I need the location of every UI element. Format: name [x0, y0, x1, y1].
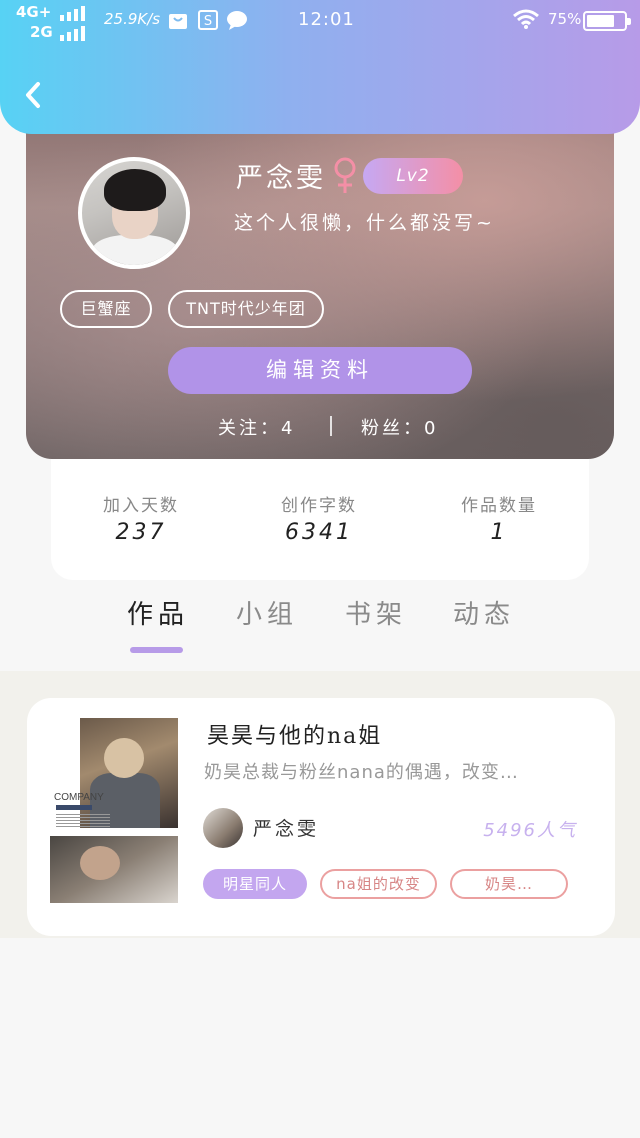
network-speed: 25.9K/s	[104, 10, 161, 28]
message-bubble-icon	[227, 11, 247, 30]
profile-tag[interactable]: 巨蟹座	[60, 290, 152, 328]
work-tag[interactable]: na姐的改变	[320, 869, 437, 899]
author-name: 严念雯	[253, 818, 320, 840]
stat-works-count: 作品数量 1	[429, 491, 569, 545]
profile-tag[interactable]: TNT时代少年团	[168, 290, 324, 328]
followers-count: 0	[424, 418, 439, 439]
stat-label: 加入天数	[103, 496, 179, 516]
stat-value: 1	[490, 520, 508, 545]
work-description: 奶昊总裁与粉丝nana的偶遇，改变…	[204, 762, 519, 783]
battery-fill	[587, 15, 614, 27]
signal-icon	[60, 26, 85, 41]
profile-card: 严念雯 Lv2 这个人很懒，什么都没写~ 巨蟹座 TNT时代少年团 编辑资料 关…	[26, 100, 614, 459]
battery-icon	[583, 11, 631, 31]
clock: 12:01	[298, 9, 355, 30]
book-cover: COMPANY	[50, 718, 178, 903]
stat-join-days: 加入天数 237	[71, 491, 211, 545]
avatar-hair	[104, 169, 166, 211]
network-type-bottom: 2G	[30, 23, 53, 41]
work-tag[interactable]: 奶昊…	[450, 869, 568, 899]
status-bar: 4G+ 2G 25.9K/s S 12:01 75%	[0, 0, 640, 42]
following-stat[interactable]: 关注：4	[218, 414, 295, 440]
chevron-left-icon	[26, 82, 40, 108]
author-avatar	[203, 808, 243, 848]
follow-row: 关注：4 粉丝：0	[26, 414, 614, 440]
stat-word-count: 创作字数 6341	[249, 491, 389, 545]
cover-text-lines	[56, 814, 110, 828]
battery-percent: 75%	[548, 10, 582, 28]
avatar-shirt	[92, 235, 178, 265]
signal-icon	[60, 6, 85, 21]
cover-figure-head	[104, 738, 144, 778]
stat-label: 作品数量	[461, 496, 537, 516]
wifi-icon	[513, 9, 539, 29]
tab-bookshelf[interactable]: 书架	[345, 594, 407, 631]
stat-value: 6341	[285, 520, 353, 545]
work-tag[interactable]: 明星同人	[203, 869, 307, 899]
bag-icon	[169, 14, 187, 29]
stat-label: 创作字数	[281, 496, 357, 516]
work-card[interactable]: COMPANY 昊昊与他的na姐 奶昊总裁与粉丝nana的偶遇，改变… 严念雯 …	[27, 698, 615, 936]
tab-works[interactable]: 作品	[127, 594, 189, 631]
female-icon	[334, 157, 356, 193]
cover-face	[80, 846, 120, 880]
stat-value: 237	[115, 520, 167, 545]
cover-strip	[56, 805, 92, 810]
divider	[330, 416, 332, 436]
tab-activity[interactable]: 动态	[453, 594, 515, 631]
stats-card: 加入天数 237 创作字数 6341 作品数量 1	[51, 459, 589, 580]
s-app-icon: S	[198, 10, 218, 30]
tab-bar: 作品 小组 书架 动态	[0, 594, 640, 654]
network-type-top: 4G+	[16, 3, 52, 21]
tab-groups[interactable]: 小组	[236, 594, 298, 631]
active-tab-indicator	[130, 647, 183, 653]
work-title: 昊昊与他的na姐	[207, 724, 383, 749]
followers-label: 粉丝：	[361, 418, 424, 439]
following-count: 4	[281, 418, 296, 439]
bio: 这个人很懒，什么都没写~	[234, 212, 495, 234]
following-label: 关注：	[218, 418, 281, 439]
back-button[interactable]	[20, 80, 48, 110]
followers-stat[interactable]: 粉丝：0	[361, 414, 438, 440]
popularity-count: 5496人气	[483, 820, 577, 841]
edit-profile-button[interactable]: 编辑资料	[168, 347, 472, 394]
svg-text:S: S	[204, 14, 212, 29]
username: 严念雯	[236, 163, 326, 194]
cover-title: COMPANY	[54, 792, 104, 803]
avatar[interactable]	[78, 157, 190, 269]
level-badge: Lv2	[363, 158, 463, 194]
